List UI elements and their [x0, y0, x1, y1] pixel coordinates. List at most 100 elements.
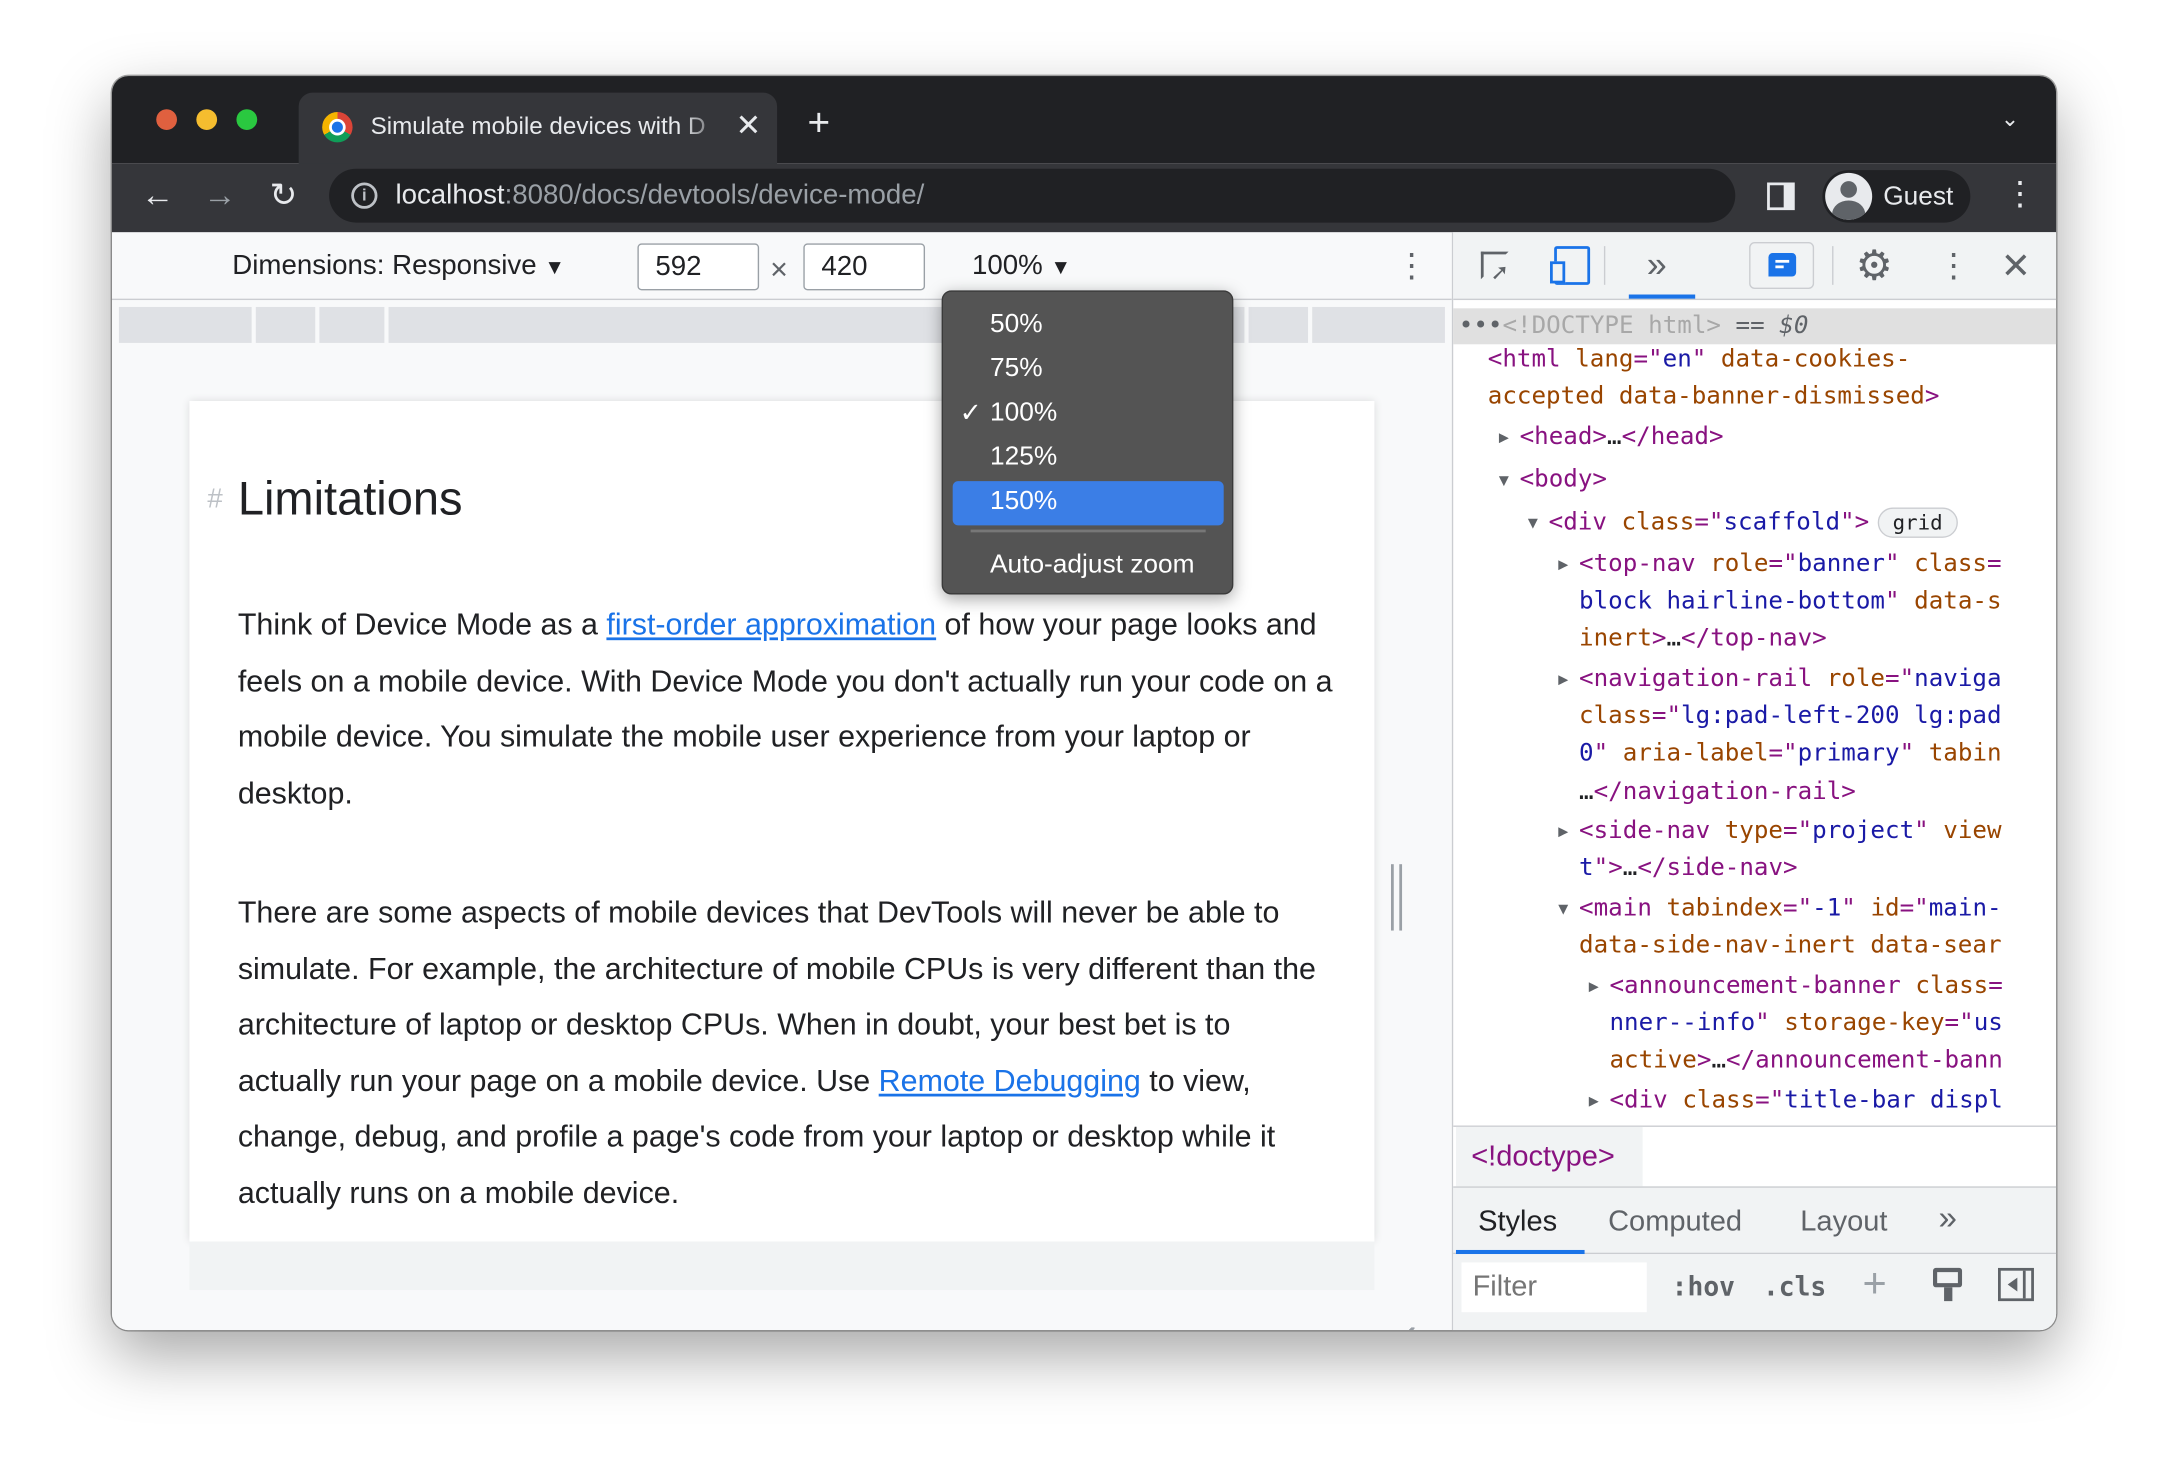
hover-state-toggle[interactable]: :hov: [1672, 1272, 1735, 1302]
text: …: [1579, 778, 1594, 807]
expand-triangle-icon[interactable]: ▶: [1589, 1091, 1599, 1110]
close-devtools-icon[interactable]: ✕: [2001, 245, 2031, 288]
more-panel-tabs-icon[interactable]: »: [1939, 1200, 1957, 1239]
breadcrumb-doctype[interactable]: <!doctype>: [1455, 1126, 1643, 1187]
chrome-menu-icon[interactable]: ⋮: [2004, 178, 2037, 211]
forward-icon[interactable]: →: [203, 179, 236, 213]
device-toolbar-toggle-icon[interactable]: [1550, 246, 1591, 285]
ellipsis-icon[interactable]: •••: [1459, 312, 1503, 340]
collapse-triangle-icon[interactable]: ▼: [1528, 513, 1538, 532]
collapse-triangle-icon[interactable]: ▼: [1558, 899, 1568, 918]
dom-node-line[interactable]: nner--info" storage-key="us: [1609, 1008, 2002, 1038]
tag-text: =": [1783, 894, 1813, 923]
paint-brush-icon[interactable]: [1933, 1267, 1963, 1302]
issues-button[interactable]: [1749, 241, 1815, 289]
expand-triangle-icon[interactable]: ▶: [1499, 427, 1509, 446]
class-toggle[interactable]: .cls: [1763, 1272, 1826, 1302]
media-query-bar[interactable]: [1248, 306, 1309, 343]
collapse-triangle-icon[interactable]: ▼: [1499, 470, 1509, 489]
doctype-node: <!DOCTYPE html>: [1502, 312, 1721, 341]
dom-node-line[interactable]: <top-nav role="banner" class=: [1579, 549, 2002, 579]
expand-triangle-icon[interactable]: ▶: [1589, 976, 1599, 995]
media-query-bar[interactable]: [319, 306, 385, 343]
attribute-name: role: [1710, 550, 1769, 578]
corner-resize-icon[interactable]: [1384, 1327, 1415, 1331]
toggle-sidebar-icon[interactable]: [1998, 1267, 2034, 1302]
address-bar[interactable]: i localhost:8080/docs/devtools/device-mo…: [329, 168, 1736, 223]
width-input[interactable]: 592: [637, 243, 760, 291]
first-order-approximation-link[interactable]: first-order approximation: [606, 607, 936, 642]
settings-gear-icon[interactable]: ⚙: [1856, 242, 1893, 290]
inspect-element-icon[interactable]: ➚: [1480, 251, 1509, 285]
dom-node-line[interactable]: <announcement-banner class=: [1609, 971, 2002, 1001]
minimize-window-button[interactable]: [196, 109, 218, 130]
expand-triangle-icon[interactable]: ▶: [1558, 821, 1568, 840]
zoom-dropdown[interactable]: 100% ▼: [972, 250, 1071, 282]
close-tab-icon[interactable]: ✕: [736, 110, 761, 141]
tag-text: >: [1696, 1046, 1712, 1075]
height-input[interactable]: 420: [803, 243, 926, 291]
dom-node-line[interactable]: data-side-nav-inert data-sear: [1579, 931, 2001, 961]
site-info-icon[interactable]: i: [351, 182, 378, 209]
menu-item-zoom-100[interactable]: 100%: [990, 398, 1057, 428]
menu-item-zoom-75[interactable]: 75%: [990, 354, 1043, 384]
expand-triangle-icon[interactable]: ▶: [1558, 669, 1568, 688]
attribute-name: view: [1943, 817, 2002, 845]
attribute-value: 0: [1579, 739, 1594, 768]
bottom-resize-bar[interactable]: [189, 1241, 1375, 1291]
right-resize-handle[interactable]: [1390, 864, 1403, 931]
attribute-value: t: [1579, 854, 1594, 883]
reload-icon[interactable]: ↻: [270, 179, 298, 213]
tab-styles[interactable]: Styles: [1478, 1206, 1557, 1239]
dom-node-line[interactable]: accepted data-banner-dismissed>: [1488, 382, 1940, 412]
new-tab-icon[interactable]: +: [807, 103, 830, 143]
profile-name: Guest: [1883, 182, 1954, 212]
expand-triangle-icon[interactable]: ▶: [1558, 554, 1568, 573]
dom-node-line[interactable]: <side-nav type="project" view: [1579, 816, 2002, 846]
dom-node-line[interactable]: <body>: [1520, 465, 1607, 495]
heading-anchor[interactable]: #: [207, 484, 222, 516]
dom-node-line[interactable]: <main tabindex="-1" id="main-: [1579, 893, 2002, 923]
menu-item-zoom-50[interactable]: 50%: [990, 310, 1043, 340]
dom-node-line[interactable]: <div class="scaffold"> grid: [1549, 507, 1958, 538]
menu-item-auto-adjust-zoom[interactable]: Auto-adjust zoom: [990, 550, 1194, 580]
more-options-icon[interactable]: ⋮: [1395, 246, 1428, 286]
browser-tab[interactable]: Simulate mobile devices with D ✕: [298, 92, 778, 165]
back-icon[interactable]: ←: [141, 179, 174, 213]
profile-button[interactable]: Guest: [1822, 170, 1971, 223]
dom-node-line[interactable]: <head>…</head>: [1520, 422, 1724, 452]
media-query-bar[interactable]: [118, 306, 252, 343]
media-query-bar[interactable]: [1312, 306, 1445, 343]
dom-node-line[interactable]: t">…</side-nav>: [1579, 853, 1798, 883]
breadcrumb: <!doctype>: [1453, 1125, 2057, 1187]
close-window-button[interactable]: [156, 109, 177, 130]
tab-search-chevron-icon[interactable]: ⌄: [2001, 109, 2020, 131]
devtools-menu-icon[interactable]: ⋮: [1937, 246, 1970, 286]
maximize-window-button[interactable]: [236, 109, 258, 130]
url-host: localhost: [395, 179, 505, 211]
tab-layout[interactable]: Layout: [1800, 1206, 1887, 1239]
tag-text: <top-nav: [1579, 550, 1711, 578]
dom-node-line[interactable]: …</navigation-rail>: [1579, 777, 1856, 807]
dom-node-line[interactable]: 0" aria-label="primary" tabin: [1579, 738, 2002, 768]
styles-filter-input[interactable]: [1461, 1262, 1647, 1313]
dom-node-line[interactable]: <html lang="en" data-cookies-: [1488, 344, 1911, 374]
menu-item-zoom-125[interactable]: 125%: [990, 442, 1057, 472]
new-style-rule-icon[interactable]: +: [1862, 1261, 1886, 1308]
selected-node-row[interactable]: •••<!DOCTYPE html> == $0: [1453, 308, 2057, 345]
dimensions-dropdown[interactable]: Dimensions: Responsive ▼: [232, 250, 565, 282]
side-panel-icon[interactable]: [1767, 182, 1795, 211]
text: …: [1622, 854, 1638, 883]
dom-node-line[interactable]: <navigation-rail role="naviga: [1579, 664, 2002, 694]
media-query-bar[interactable]: [255, 306, 316, 343]
dom-node-line[interactable]: inert>…</top-nav>: [1579, 624, 1827, 654]
dom-node-line[interactable]: block hairline-bottom" data-s: [1579, 586, 2002, 616]
more-tabs-icon[interactable]: »: [1647, 243, 1667, 286]
menu-item-zoom-150[interactable]: 150%: [990, 487, 1057, 517]
dom-node-line[interactable]: <div class="title-bar displ: [1609, 1085, 2002, 1115]
grid-badge[interactable]: grid: [1877, 507, 1958, 538]
dom-node-line[interactable]: class="lg:pad-left-200 lg:pad: [1579, 701, 2002, 731]
dom-node-line[interactable]: active>…</announcement-bann: [1609, 1045, 2002, 1075]
tab-computed[interactable]: Computed: [1608, 1206, 1742, 1239]
remote-debugging-link[interactable]: Remote Debugging: [879, 1063, 1141, 1098]
